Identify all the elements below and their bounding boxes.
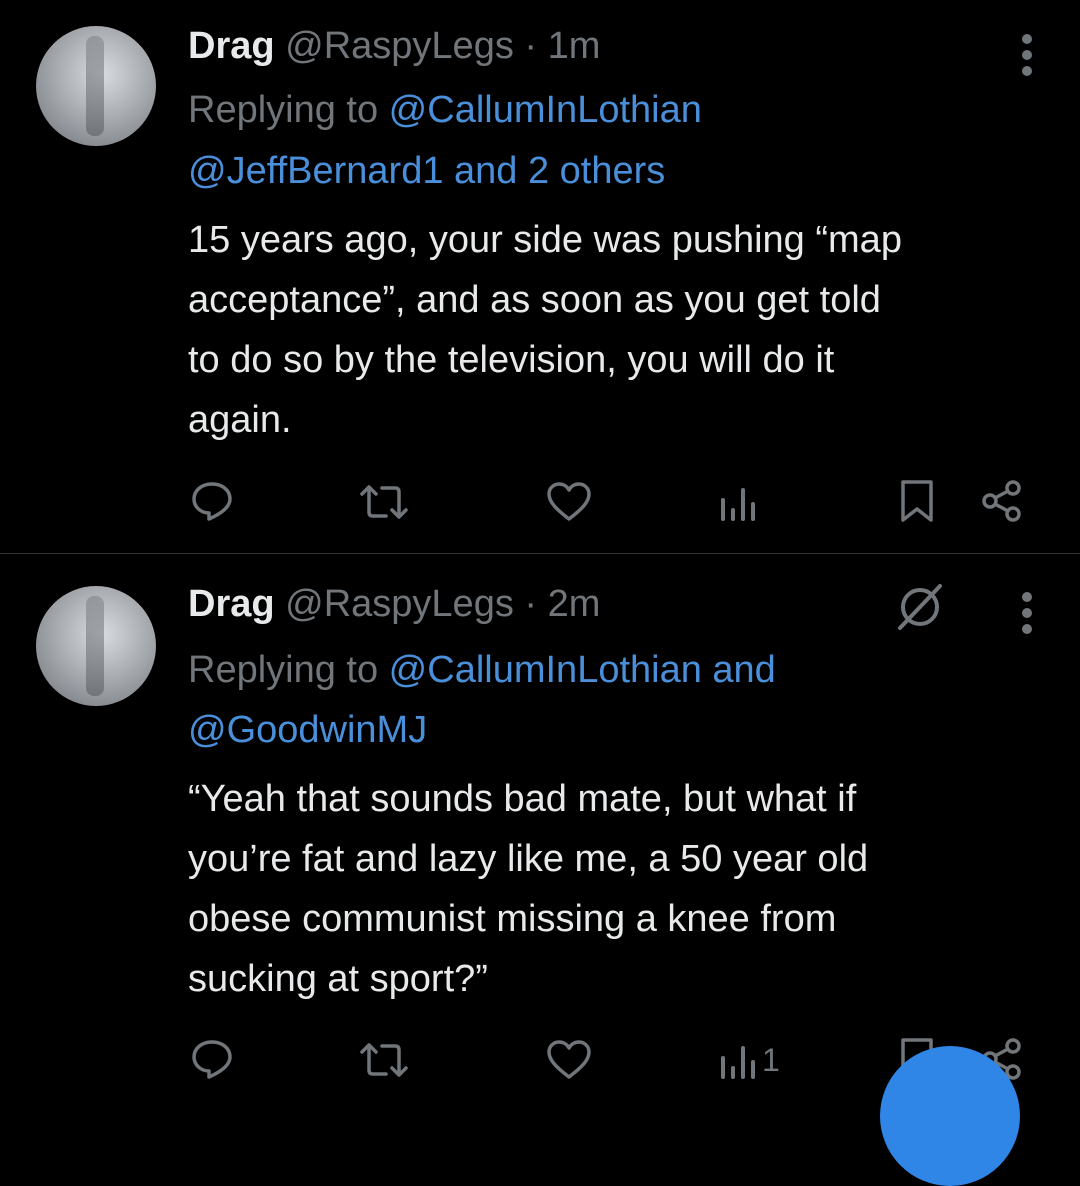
timestamp[interactable]: 1m — [548, 25, 601, 67]
avatar[interactable] — [36, 26, 156, 146]
tweet-text-line: acceptance”, and as soon as you get told — [188, 279, 881, 321]
tweet-text-line: “Yeah that sounds bad mate, but what if — [188, 778, 857, 820]
tweet-text: “Yeah that sounds bad mate, but what if … — [188, 769, 1048, 1009]
replying-to: Replying to @CallumInLothian — [188, 80, 702, 140]
bookmark-icon[interactable] — [898, 478, 936, 524]
tweet-text: 15 years ago, your side was pushing “map… — [188, 210, 1048, 450]
more-options-icon[interactable] — [1022, 34, 1034, 82]
compose-button[interactable] — [880, 1046, 1020, 1186]
tweet-text-line: obese communist missing a knee from — [188, 898, 837, 940]
views-count: 1 — [762, 1042, 780, 1078]
separator-dot: · — [524, 583, 538, 625]
like-icon[interactable] — [546, 1040, 592, 1080]
separator-dot: · — [524, 25, 538, 67]
tweet-2[interactable]: Drag @RaspyLegs · 2m Replying to @Callum… — [0, 554, 1080, 1080]
replying-to-others: @GoodwinMJ — [188, 700, 427, 760]
reply-icon[interactable] — [190, 1038, 234, 1080]
reply-icon[interactable] — [190, 480, 234, 522]
display-name[interactable]: Drag — [188, 583, 275, 625]
reply-mention-link[interactable]: @GoodwinMJ — [188, 709, 427, 751]
views-icon[interactable] — [718, 1044, 758, 1080]
tweet-text-line: again. — [188, 399, 292, 441]
replying-label: Replying to — [188, 649, 389, 691]
retweet-icon[interactable] — [358, 1040, 410, 1080]
tweet-text-line: 15 years ago, your side was pushing “map — [188, 219, 902, 261]
tweet-1[interactable]: Drag @RaspyLegs · 1m Replying to @Callum… — [0, 0, 1080, 553]
replying-to-others: @JeffBernard1 and 2 others — [188, 141, 665, 201]
share-icon[interactable] — [980, 478, 1024, 524]
reply-mention-link[interactable]: @CallumInLothian — [389, 89, 702, 131]
tweet-header: Drag @RaspyLegs · 2m — [188, 580, 600, 628]
user-handle[interactable]: @RaspyLegs — [285, 25, 514, 67]
more-options-icon[interactable] — [1022, 592, 1034, 640]
reply-mention-link[interactable]: @CallumInLothian and — [389, 649, 776, 691]
like-icon[interactable] — [546, 482, 592, 522]
replying-label: Replying to — [188, 89, 389, 131]
tweet-text-line: to do so by the television, you will do … — [188, 339, 835, 381]
tweet-text-line: you’re fat and lazy like me, a 50 year o… — [188, 838, 869, 880]
replying-to: Replying to @CallumInLothian and — [188, 640, 776, 700]
reply-mention-others-link[interactable]: @JeffBernard1 and 2 others — [188, 150, 665, 192]
retweet-icon[interactable] — [358, 482, 410, 522]
user-handle[interactable]: @RaspyLegs — [285, 583, 514, 625]
timestamp[interactable]: 2m — [548, 583, 601, 625]
avatar[interactable] — [36, 586, 156, 706]
tweet-text-line: sucking at sport?” — [188, 958, 488, 1000]
display-name[interactable]: Drag — [188, 25, 275, 67]
tweet-header: Drag @RaspyLegs · 1m — [188, 22, 600, 70]
grok-icon[interactable] — [894, 582, 946, 632]
views-icon[interactable] — [718, 486, 758, 522]
